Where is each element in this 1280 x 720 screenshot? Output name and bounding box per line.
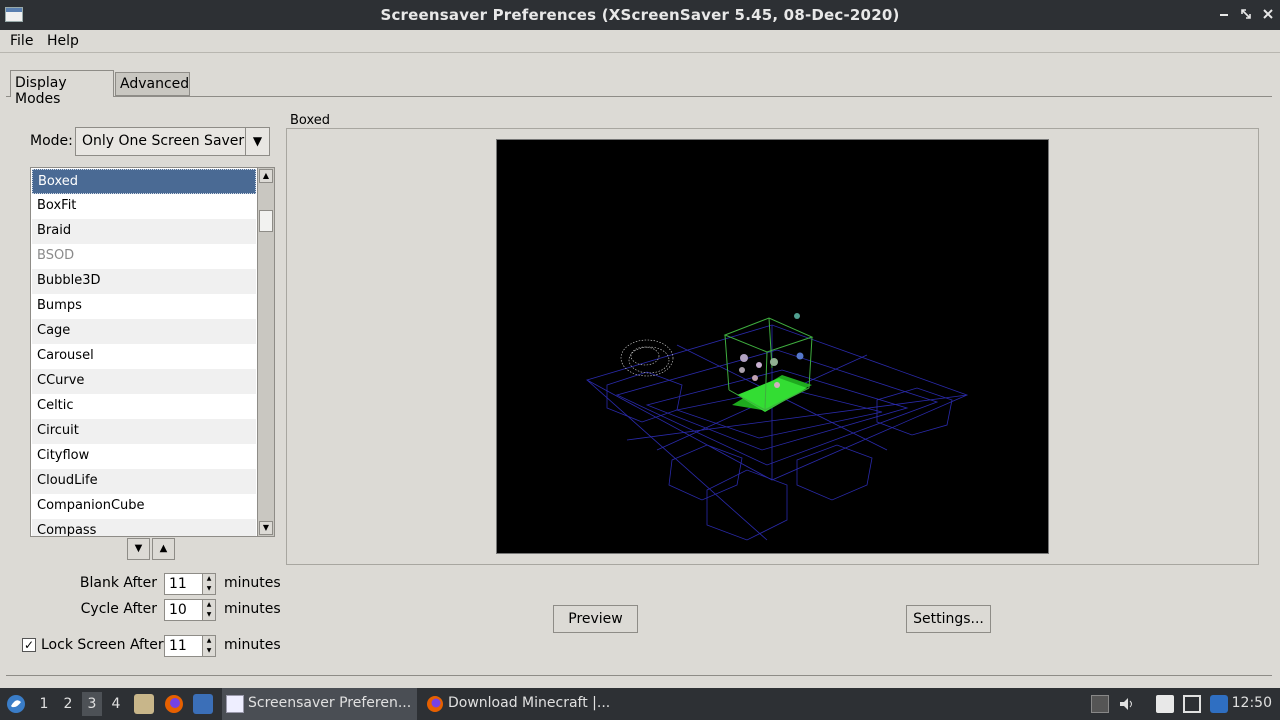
notification-icon[interactable] xyxy=(1210,695,1228,713)
maximize-button[interactable] xyxy=(1237,5,1255,23)
preview-render xyxy=(585,313,969,541)
scroll-up-icon[interactable]: ▲ xyxy=(259,169,273,183)
list-item[interactable]: Boxed xyxy=(32,169,256,194)
blank-after-label: Blank After xyxy=(79,575,157,591)
scroll-down-icon[interactable]: ▼ xyxy=(259,521,273,535)
lock-after-spinner[interactable]: 11 ▲ ▼ xyxy=(164,635,216,657)
particle-cloud xyxy=(620,339,674,377)
screensaver-list[interactable]: Boxed BoxFit Braid BSOD Bubble3D Bumps Cage Car… xyxy=(30,167,275,537)
lock-screen-checkbox[interactable]: ✓ xyxy=(22,638,36,652)
next-saver-button[interactable]: ▼ xyxy=(127,538,150,560)
blank-after-unit: minutes xyxy=(224,575,281,591)
checkmark-icon: ✓ xyxy=(23,638,35,652)
cycle-after-value: 10 xyxy=(169,602,187,618)
boxed-cube xyxy=(723,313,814,412)
mode-value: Only One Screen Saver xyxy=(82,133,245,149)
maximize-icon xyxy=(1241,9,1251,19)
list-item[interactable]: CompanionCube xyxy=(32,494,256,519)
list-item[interactable]: Carousel xyxy=(32,344,256,369)
taskbar: 1 2 3 4 Screensaver Preferen... Download… xyxy=(0,688,1280,720)
list-item[interactable]: CloudLife xyxy=(32,469,256,494)
file-manager-icon[interactable] xyxy=(134,694,154,714)
blank-after-spinner[interactable]: 11 ▲ ▼ xyxy=(164,573,216,595)
cycle-after-unit: minutes xyxy=(224,601,281,617)
lock-screen-label: Lock Screen After xyxy=(41,637,164,653)
arrow-down-icon: ▼ xyxy=(134,543,143,554)
spinner-arrows-icon[interactable]: ▲ ▼ xyxy=(202,636,215,656)
list-item[interactable]: Bumps xyxy=(32,294,256,319)
cycle-after-spinner[interactable]: 10 ▲ ▼ xyxy=(164,599,216,621)
preview-button[interactable]: Preview xyxy=(553,605,638,633)
task-label: Screensaver Preferen... xyxy=(248,695,412,711)
spinner-arrows-icon[interactable]: ▲ ▼ xyxy=(202,574,215,594)
workspace-4[interactable]: 4 xyxy=(106,696,126,712)
minimize-button[interactable] xyxy=(1215,5,1233,23)
workspace-3[interactable]: 3 xyxy=(82,692,102,716)
lock-after-unit: minutes xyxy=(224,637,281,653)
list-item[interactable]: CCurve xyxy=(32,369,256,394)
tray-expand-icon[interactable] xyxy=(1091,695,1109,713)
settings-button[interactable]: Settings... xyxy=(906,605,991,633)
screensaver-preview xyxy=(496,139,1049,554)
clock: 12:50 xyxy=(1231,695,1272,711)
scrollbar-thumb[interactable] xyxy=(259,210,273,232)
list-item[interactable]: Bubble3D xyxy=(32,269,256,294)
tab-advanced[interactable]: Advanced xyxy=(115,72,190,96)
list-item[interactable]: Circuit xyxy=(32,419,256,444)
menu-help[interactable]: Help xyxy=(47,33,79,49)
menu-file[interactable]: File xyxy=(10,33,33,49)
list-item[interactable]: Cage xyxy=(32,319,256,344)
title-bar: Screensaver Preferences (XScreenSaver 5.… xyxy=(0,0,1280,30)
list-item[interactable]: Braid xyxy=(32,219,256,244)
minimize-icon xyxy=(1220,14,1228,16)
desktop-icon[interactable] xyxy=(193,694,213,714)
close-icon xyxy=(1263,9,1273,19)
mode-label: Mode: xyxy=(30,133,73,149)
tab-display-modes[interactable]: Display Modes xyxy=(10,70,114,107)
window-title: Screensaver Preferences (XScreenSaver 5.… xyxy=(380,6,900,24)
list-item[interactable]: Cityflow xyxy=(32,444,256,469)
spinner-arrows-icon[interactable]: ▲ ▼ xyxy=(202,600,215,620)
firefox-icon[interactable] xyxy=(164,694,184,714)
list-scrollbar[interactable]: ▲ ▼ xyxy=(257,167,275,537)
task-screensaver-preferences[interactable]: Screensaver Preferen... xyxy=(222,688,417,720)
preview-frame-label: Boxed xyxy=(290,113,331,128)
task-label: Download Minecraft |... xyxy=(448,695,611,711)
network-icon[interactable] xyxy=(1183,695,1201,713)
start-menu-icon[interactable] xyxy=(6,694,26,714)
lock-after-value: 11 xyxy=(169,638,187,654)
mode-dropdown[interactable]: Only One Screen Saver ▼ xyxy=(75,127,270,156)
close-button[interactable] xyxy=(1259,5,1277,23)
workspace-2[interactable]: 2 xyxy=(58,696,78,712)
window-icon xyxy=(226,695,244,713)
task-download-minecraft[interactable]: Download Minecraft |... xyxy=(422,688,622,720)
cycle-after-label: Cycle After xyxy=(80,601,157,617)
list-item[interactable]: Compass xyxy=(32,519,256,536)
volume-icon[interactable] xyxy=(1118,695,1136,713)
menu-bar: File Help xyxy=(0,30,1280,53)
blank-after-value: 11 xyxy=(169,576,187,592)
arrow-up-icon: ▲ xyxy=(159,543,168,554)
list-item[interactable]: BSOD xyxy=(32,244,256,269)
firefox-icon xyxy=(427,696,443,712)
dropdown-arrow-icon: ▼ xyxy=(245,128,269,155)
workspace-1[interactable]: 1 xyxy=(34,696,54,712)
prev-saver-button[interactable]: ▲ xyxy=(152,538,175,560)
clipboard-icon[interactable] xyxy=(1156,695,1174,713)
list-item[interactable]: BoxFit xyxy=(32,194,256,219)
hex-grid-floor xyxy=(585,324,969,541)
list-item[interactable]: Celtic xyxy=(32,394,256,419)
